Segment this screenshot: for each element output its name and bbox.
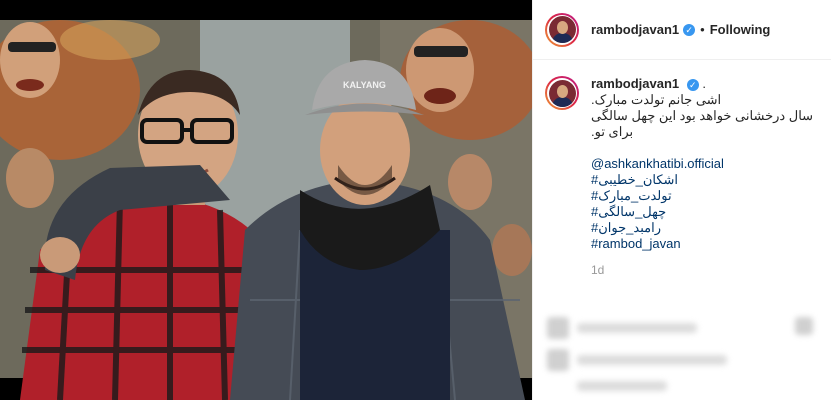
mention-link[interactable]: @ashkankhatibi.official [591, 156, 819, 172]
cap-logo-text: KALYANG [343, 80, 386, 90]
blurred-avatar [547, 349, 569, 371]
caption-line: سال درخشانی خواهد بود این چهل سالگی برای… [591, 108, 814, 139]
following-button[interactable]: Following [710, 22, 771, 37]
blurred-comment [577, 355, 727, 365]
caption-block: rambodjavan1 ✓ . اشی جانم تولدت مبارک. س… [533, 60, 831, 278]
post-sidebar: rambodjavan1 ✓ • Following rambodjavan1 … [532, 0, 831, 400]
hashtag-link[interactable]: #رامبد_جوان [591, 220, 819, 236]
hashtag-link[interactable]: #چهل_سالگی [591, 204, 819, 220]
post-timestamp[interactable]: 1d [591, 262, 819, 278]
post-photo[interactable]: KALYANG [0, 0, 532, 400]
separator-dot: • [700, 22, 705, 37]
blurred-comment [577, 323, 697, 333]
verified-badge-icon: ✓ [683, 23, 696, 36]
photo-illustration: KALYANG [0, 0, 532, 400]
author-avatar[interactable] [545, 12, 579, 47]
hashtag-link[interactable]: #تولدت_مبارک [591, 188, 819, 204]
caption-trailing: . [702, 76, 707, 91]
caption-avatar[interactable] [545, 76, 579, 110]
caption-verified-icon: ✓ [686, 78, 699, 91]
hashtag-link[interactable]: #rambod_javan [591, 236, 819, 252]
caption-text: rambodjavan1 ✓ . اشی جانم تولدت مبارک. س… [591, 76, 819, 278]
caption-username[interactable]: rambodjavan1 [591, 76, 679, 91]
blurred-comment [577, 381, 667, 391]
blurred-like-icon [795, 317, 813, 335]
caption-line: اشی جانم تولدت مبارک. [591, 92, 722, 107]
author-username[interactable]: rambodjavan1 [591, 22, 679, 37]
post-header: rambodjavan1 ✓ • Following [533, 0, 831, 60]
blurred-comments [533, 303, 831, 400]
hashtag-link[interactable]: #اشکان_خطیبی [591, 172, 819, 188]
blurred-avatar [547, 317, 569, 339]
